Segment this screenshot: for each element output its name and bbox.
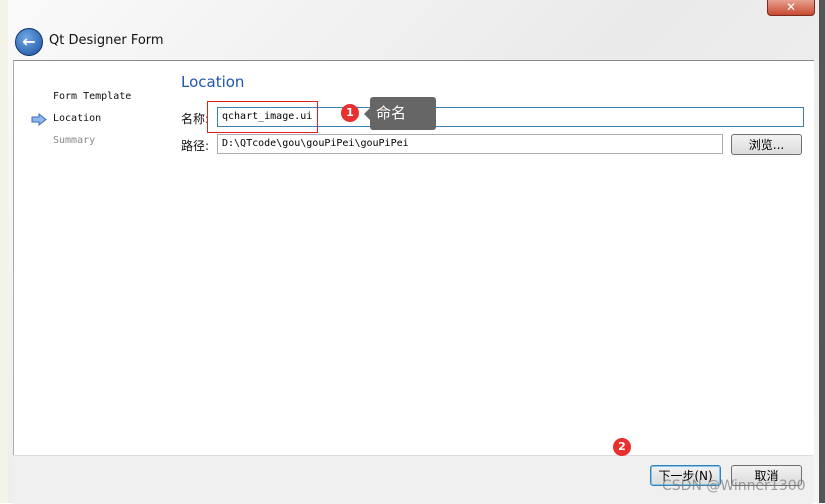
back-arrow-icon: ← <box>22 32 36 51</box>
current-step-arrow-icon <box>31 113 47 126</box>
annotation-badge-1: 1 <box>341 104 359 122</box>
background-editor-strip <box>0 0 8 503</box>
window-edge <box>819 0 825 503</box>
back-button[interactable]: ← <box>15 28 43 56</box>
close-icon: ✕ <box>785 0 797 14</box>
name-label: 名称: <box>181 112 210 126</box>
nav-item-location: Location <box>53 113 102 124</box>
annotation-tooltip: 命名 <box>364 97 436 130</box>
close-button[interactable]: ✕ <box>767 0 815 16</box>
window-title: Qt Designer Form <box>49 33 164 48</box>
path-label: 路径: <box>181 139 210 153</box>
path-input[interactable]: D:\QTcode\gou\gouPiPei\gouPiPei <box>217 134 723 154</box>
page-heading: Location <box>181 73 245 91</box>
watermark: CSDN @Winner1300 <box>662 478 806 494</box>
nav-item-form-template: Form Template <box>53 91 132 102</box>
annotation-highlight-box <box>207 101 318 133</box>
browse-button[interactable]: 浏览... <box>731 134 802 155</box>
nav-item-summary: Summary <box>53 135 96 146</box>
annotation-badge-2: 2 <box>613 438 631 456</box>
